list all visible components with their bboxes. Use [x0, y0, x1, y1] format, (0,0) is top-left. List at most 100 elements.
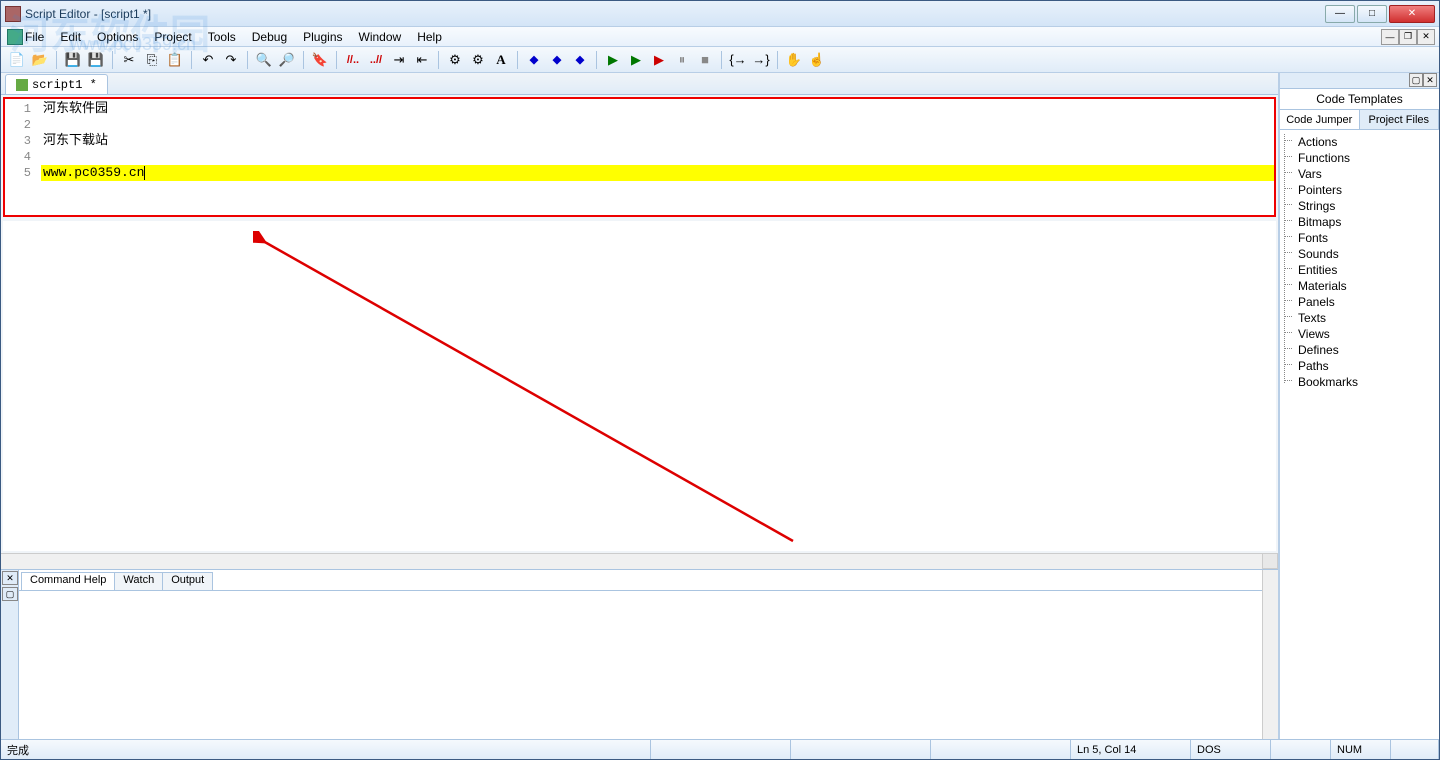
tab-command-help[interactable]: Command Help — [21, 572, 115, 590]
tree-node-functions[interactable]: Functions — [1284, 150, 1435, 166]
side-panel: ▢ ✕ Code Templates Code Jumper Project F… — [1279, 73, 1439, 739]
status-encoding: DOS — [1191, 740, 1271, 759]
tab-output[interactable]: Output — [162, 572, 213, 590]
tab-project-files[interactable]: Project Files — [1360, 110, 1440, 129]
menu-edit[interactable]: Edit — [52, 28, 89, 46]
editor-tab[interactable]: script1 * — [5, 74, 108, 94]
save-icon[interactable]: 💾 — [63, 50, 83, 70]
build-icon[interactable]: ◆ — [547, 50, 567, 70]
stop-debug-icon[interactable]: ▶ — [649, 50, 669, 70]
pause-icon[interactable]: ⏸ — [672, 50, 692, 70]
menu-tools[interactable]: Tools — [200, 28, 244, 46]
pointer-icon[interactable]: ☝ — [807, 50, 827, 70]
redo-icon[interactable]: ↷ — [221, 50, 241, 70]
maximize-button[interactable]: □ — [1357, 5, 1387, 23]
toolbar-separator — [438, 51, 439, 69]
tab-watch[interactable]: Watch — [114, 572, 163, 590]
menu-plugins[interactable]: Plugins — [295, 28, 350, 46]
gear-icon[interactable]: ⚙ — [445, 50, 465, 70]
toolbar-separator — [777, 51, 778, 69]
rebuild-icon[interactable]: ◆ — [570, 50, 590, 70]
new-file-icon[interactable]: 📄 — [7, 50, 27, 70]
code-line[interactable]: 河东下载站 — [41, 133, 1274, 149]
toolbar-separator — [303, 51, 304, 69]
tree-node-views[interactable]: Views — [1284, 326, 1435, 342]
menu-debug[interactable]: Debug — [244, 28, 295, 46]
tree-node-bitmaps[interactable]: Bitmaps — [1284, 214, 1435, 230]
minimize-button[interactable]: — — [1325, 5, 1355, 23]
tree-node-vars[interactable]: Vars — [1284, 166, 1435, 182]
uncomment-slash-icon[interactable]: ..// — [366, 50, 386, 70]
tree-node-sounds[interactable]: Sounds — [1284, 246, 1435, 262]
bottom-vertical-scrollbar[interactable] — [1262, 570, 1278, 739]
close-button[interactable]: ✕ — [1389, 5, 1435, 23]
toolbar-separator — [191, 51, 192, 69]
run-icon[interactable]: ▶ — [603, 50, 623, 70]
outdent-icon[interactable]: ⇤ — [412, 50, 432, 70]
toolbar-separator — [112, 51, 113, 69]
tree-node-actions[interactable]: Actions — [1284, 134, 1435, 150]
tree-node-entities[interactable]: Entities — [1284, 262, 1435, 278]
tab-code-jumper[interactable]: Code Jumper — [1280, 110, 1360, 129]
comment-slash-icon[interactable]: //.. — [343, 50, 363, 70]
tree-node-fonts[interactable]: Fonts — [1284, 230, 1435, 246]
code-jumper-tree[interactable]: Actions Functions Vars Pointers Strings … — [1280, 130, 1439, 739]
text-cursor — [144, 166, 145, 180]
tree-node-pointers[interactable]: Pointers — [1284, 182, 1435, 198]
toolbar-separator — [247, 51, 248, 69]
side-panel-header: ▢ ✕ — [1280, 73, 1439, 89]
menu-project[interactable]: Project — [146, 28, 199, 46]
open-file-icon[interactable]: 📂 — [30, 50, 50, 70]
bottom-panel-pin-icon[interactable]: ▢ — [2, 587, 18, 601]
editor-empty-area[interactable] — [3, 221, 1276, 551]
undo-icon[interactable]: ↶ — [198, 50, 218, 70]
code-area[interactable]: 河东软件园 河东下载站 www.pc0359.cn — [41, 99, 1274, 215]
cut-icon[interactable]: ✂ — [119, 50, 139, 70]
mdi-minimize-button[interactable]: — — [1381, 29, 1399, 45]
menu-file[interactable]: File — [5, 28, 52, 46]
code-line-current[interactable]: www.pc0359.cn — [41, 165, 1274, 181]
toolbar-separator — [336, 51, 337, 69]
side-panel-close-icon[interactable]: ✕ — [1423, 73, 1437, 87]
save-all-icon[interactable]: 💾 — [86, 50, 106, 70]
side-panel-pin-icon[interactable]: ▢ — [1409, 73, 1423, 87]
tree-node-paths[interactable]: Paths — [1284, 358, 1435, 374]
tree-node-materials[interactable]: Materials — [1284, 278, 1435, 294]
line-number: 4 — [5, 149, 31, 165]
debug-run-icon[interactable]: ▶ — [626, 50, 646, 70]
tree-node-defines[interactable]: Defines — [1284, 342, 1435, 358]
find-next-icon[interactable]: 🔎 — [277, 50, 297, 70]
step-over-icon[interactable]: {→ — [728, 50, 748, 70]
tree-node-texts[interactable]: Texts — [1284, 310, 1435, 326]
code-line[interactable]: 河东软件园 — [41, 101, 1274, 117]
menu-help[interactable]: Help — [409, 28, 450, 46]
find-icon[interactable]: 🔍 — [254, 50, 274, 70]
copy-icon[interactable]: ⎘ — [142, 50, 162, 70]
script-file-icon — [16, 79, 28, 91]
horizontal-scrollbar[interactable] — [1, 553, 1262, 569]
font-icon[interactable]: A — [491, 50, 511, 70]
tree-node-bookmarks[interactable]: Bookmarks — [1284, 374, 1435, 390]
menu-options[interactable]: Options — [89, 28, 146, 46]
code-line[interactable] — [41, 117, 1274, 133]
indent-icon[interactable]: ⇥ — [389, 50, 409, 70]
stop-icon[interactable]: ■ — [695, 50, 715, 70]
bookmark-icon[interactable]: 🔖 — [310, 50, 330, 70]
mdi-close-button[interactable]: ✕ — [1417, 29, 1435, 45]
bottom-panel-close-icon[interactable]: ✕ — [2, 571, 18, 585]
compile-icon[interactable]: ◆ — [524, 50, 544, 70]
bottom-panel-main: Command Help Watch Output — [19, 570, 1262, 739]
paste-icon[interactable]: 📋 — [165, 50, 185, 70]
menu-window[interactable]: Window — [351, 28, 410, 46]
tree-node-panels[interactable]: Panels — [1284, 294, 1435, 310]
toolbar-separator — [56, 51, 57, 69]
code-line[interactable] — [41, 149, 1274, 165]
bottom-panel-tabs: Command Help Watch Output — [19, 570, 1262, 590]
step-into-icon[interactable]: →} — [751, 50, 771, 70]
tree-node-strings[interactable]: Strings — [1284, 198, 1435, 214]
gear2-icon[interactable]: ⚙ — [468, 50, 488, 70]
hand-icon[interactable]: ✋ — [784, 50, 804, 70]
mdi-restore-button[interactable]: ❐ — [1399, 29, 1417, 45]
code-editor[interactable]: 1 2 3 4 5 河东软件园 河东下载站 www.pc0359.cn — [3, 97, 1276, 217]
bottom-panel-body[interactable] — [19, 590, 1262, 739]
